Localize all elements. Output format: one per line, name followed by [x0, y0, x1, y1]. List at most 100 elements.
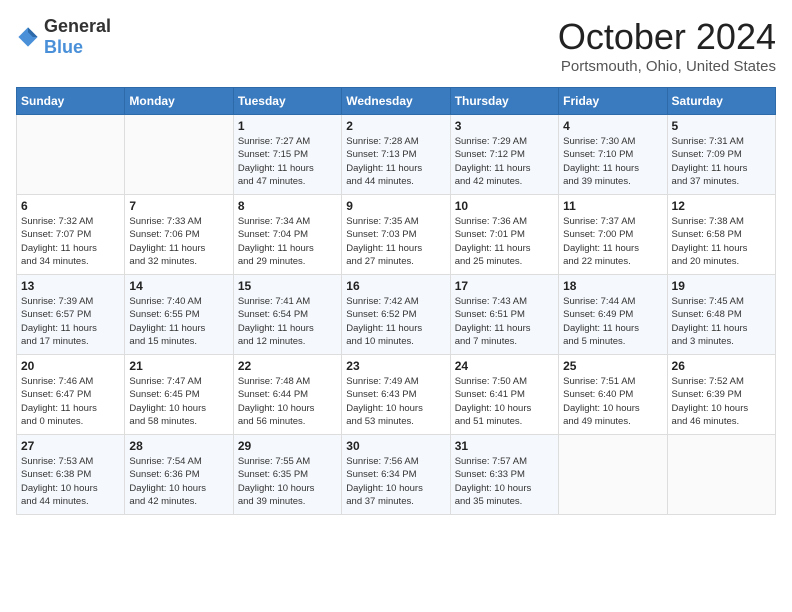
- day-info: Sunrise: 7:46 AM Sunset: 6:47 PM Dayligh…: [21, 375, 120, 428]
- calendar-cell: 1Sunrise: 7:27 AM Sunset: 7:15 PM Daylig…: [233, 115, 341, 195]
- day-number: 21: [129, 359, 228, 373]
- day-info: Sunrise: 7:41 AM Sunset: 6:54 PM Dayligh…: [238, 295, 337, 348]
- day-number: 19: [672, 279, 771, 293]
- calendar-cell: [125, 115, 233, 195]
- calendar-cell: 19 Sunrise: 7:45 AM Sunset: 6:48 PM Dayli…: [667, 275, 775, 355]
- calendar-cell: 16 Sunrise: 7:42 AM Sunset: 6:52 PM Dayli…: [342, 275, 450, 355]
- day-header-tuesday: Tuesday: [233, 88, 341, 115]
- calendar-cell: 7Sunrise: 7:33 AM Sunset: 7:06 PM Daylig…: [125, 195, 233, 275]
- day-info: Sunrise: 7:55 AM Sunset: 6:35 PM Dayligh…: [238, 455, 337, 508]
- day-info: Sunrise: 7:54 AM Sunset: 6:36 PM Dayligh…: [129, 455, 228, 508]
- day-header-friday: Friday: [559, 88, 667, 115]
- day-info: Sunrise: 7:36 AM Sunset: 7:01 PM Dayligh…: [455, 215, 554, 268]
- logo: General Blue: [16, 16, 111, 58]
- day-number: 17: [455, 279, 554, 293]
- calendar-cell: 15 Sunrise: 7:41 AM Sunset: 6:54 PM Dayli…: [233, 275, 341, 355]
- day-info: Sunrise: 7:35 AM Sunset: 7:03 PM Dayligh…: [346, 215, 445, 268]
- day-header-wednesday: Wednesday: [342, 88, 450, 115]
- day-info: Sunrise: 7:56 AM Sunset: 6:34 PM Dayligh…: [346, 455, 445, 508]
- calendar-cell: [667, 435, 775, 515]
- calendar-cell: 21 Sunrise: 7:47 AM Sunset: 6:45 PM Dayli…: [125, 355, 233, 435]
- calendar-cell: 10 Sunrise: 7:36 AM Sunset: 7:01 PM Dayli…: [450, 195, 558, 275]
- day-header-saturday: Saturday: [667, 88, 775, 115]
- day-info: Sunrise: 7:33 AM Sunset: 7:06 PM Dayligh…: [129, 215, 228, 268]
- calendar-cell: 4Sunrise: 7:30 AM Sunset: 7:10 PM Daylig…: [559, 115, 667, 195]
- day-info: Sunrise: 7:32 AM Sunset: 7:07 PM Dayligh…: [21, 215, 120, 268]
- calendar-cell: 5 Sunrise: 7:31 AM Sunset: 7:09 PM Daylig…: [667, 115, 775, 195]
- day-number: 16: [346, 279, 445, 293]
- day-number: 30: [346, 439, 445, 453]
- location-subtitle: Portsmouth, Ohio, United States: [558, 58, 776, 75]
- day-info: Sunrise: 7:40 AM Sunset: 6:55 PM Dayligh…: [129, 295, 228, 348]
- day-info: Sunrise: 7:28 AM Sunset: 7:13 PM Dayligh…: [346, 135, 445, 188]
- day-info: Sunrise: 7:57 AM Sunset: 6:33 PM Dayligh…: [455, 455, 554, 508]
- day-info: Sunrise: 7:43 AM Sunset: 6:51 PM Dayligh…: [455, 295, 554, 348]
- day-number: 24: [455, 359, 554, 373]
- day-number: 26: [672, 359, 771, 373]
- calendar-cell: 14 Sunrise: 7:40 AM Sunset: 6:55 PM Dayli…: [125, 275, 233, 355]
- week-row-1: 1Sunrise: 7:27 AM Sunset: 7:15 PM Daylig…: [17, 115, 776, 195]
- day-info: Sunrise: 7:49 AM Sunset: 6:43 PM Dayligh…: [346, 375, 445, 428]
- day-header-sunday: Sunday: [17, 88, 125, 115]
- day-header-monday: Monday: [125, 88, 233, 115]
- day-number: 18: [563, 279, 662, 293]
- calendar-cell: [559, 435, 667, 515]
- calendar-cell: 29 Sunrise: 7:55 AM Sunset: 6:35 PM Dayli…: [233, 435, 341, 515]
- calendar-cell: 26 Sunrise: 7:52 AM Sunset: 6:39 PM Dayli…: [667, 355, 775, 435]
- day-info: Sunrise: 7:47 AM Sunset: 6:45 PM Dayligh…: [129, 375, 228, 428]
- logo-text-blue: Blue: [44, 37, 83, 57]
- day-info: Sunrise: 7:45 AM Sunset: 6:48 PM Dayligh…: [672, 295, 771, 348]
- calendar-cell: 25 Sunrise: 7:51 AM Sunset: 6:40 PM Dayli…: [559, 355, 667, 435]
- day-number: 3: [455, 119, 554, 133]
- day-number: 11: [563, 199, 662, 213]
- calendar-header-row: SundayMondayTuesdayWednesdayThursdayFrid…: [17, 88, 776, 115]
- week-row-4: 20Sunrise: 7:46 AM Sunset: 6:47 PM Dayli…: [17, 355, 776, 435]
- day-info: Sunrise: 7:50 AM Sunset: 6:41 PM Dayligh…: [455, 375, 554, 428]
- calendar-cell: 6Sunrise: 7:32 AM Sunset: 7:07 PM Daylig…: [17, 195, 125, 275]
- day-number: 10: [455, 199, 554, 213]
- calendar-cell: 8 Sunrise: 7:34 AM Sunset: 7:04 PM Daylig…: [233, 195, 341, 275]
- calendar-cell: 23 Sunrise: 7:49 AM Sunset: 6:43 PM Dayli…: [342, 355, 450, 435]
- day-number: 25: [563, 359, 662, 373]
- day-info: Sunrise: 7:27 AM Sunset: 7:15 PM Dayligh…: [238, 135, 337, 188]
- day-number: 4: [563, 119, 662, 133]
- week-row-5: 27Sunrise: 7:53 AM Sunset: 6:38 PM Dayli…: [17, 435, 776, 515]
- day-number: 14: [129, 279, 228, 293]
- calendar-cell: 20Sunrise: 7:46 AM Sunset: 6:47 PM Dayli…: [17, 355, 125, 435]
- month-title: October 2024: [558, 16, 776, 58]
- day-info: Sunrise: 7:29 AM Sunset: 7:12 PM Dayligh…: [455, 135, 554, 188]
- calendar-cell: 13 Sunrise: 7:39 AM Sunset: 6:57 PM Dayli…: [17, 275, 125, 355]
- day-number: 5: [672, 119, 771, 133]
- day-number: 28: [129, 439, 228, 453]
- calendar-cell: 9 Sunrise: 7:35 AM Sunset: 7:03 PM Daylig…: [342, 195, 450, 275]
- day-number: 15: [238, 279, 337, 293]
- day-info: Sunrise: 7:38 AM Sunset: 6:58 PM Dayligh…: [672, 215, 771, 268]
- calendar-cell: 24 Sunrise: 7:50 AM Sunset: 6:41 PM Dayli…: [450, 355, 558, 435]
- day-info: Sunrise: 7:52 AM Sunset: 6:39 PM Dayligh…: [672, 375, 771, 428]
- day-number: 13: [21, 279, 120, 293]
- day-info: Sunrise: 7:42 AM Sunset: 6:52 PM Dayligh…: [346, 295, 445, 348]
- day-info: Sunrise: 7:31 AM Sunset: 7:09 PM Dayligh…: [672, 135, 771, 188]
- day-number: 23: [346, 359, 445, 373]
- calendar-cell: 17 Sunrise: 7:43 AM Sunset: 6:51 PM Dayli…: [450, 275, 558, 355]
- day-number: 22: [238, 359, 337, 373]
- calendar-cell: [17, 115, 125, 195]
- calendar-table: SundayMondayTuesdayWednesdayThursdayFrid…: [16, 87, 776, 515]
- calendar-cell: 22Sunrise: 7:48 AM Sunset: 6:44 PM Dayli…: [233, 355, 341, 435]
- day-info: Sunrise: 7:39 AM Sunset: 6:57 PM Dayligh…: [21, 295, 120, 348]
- calendar-cell: 2 Sunrise: 7:28 AM Sunset: 7:13 PM Daylig…: [342, 115, 450, 195]
- day-number: 9: [346, 199, 445, 213]
- page-header: General Blue October 2024 Portsmouth, Oh…: [16, 16, 776, 75]
- day-info: Sunrise: 7:51 AM Sunset: 6:40 PM Dayligh…: [563, 375, 662, 428]
- calendar-cell: 11Sunrise: 7:37 AM Sunset: 7:00 PM Dayli…: [559, 195, 667, 275]
- day-info: Sunrise: 7:53 AM Sunset: 6:38 PM Dayligh…: [21, 455, 120, 508]
- day-number: 8: [238, 199, 337, 213]
- day-info: Sunrise: 7:34 AM Sunset: 7:04 PM Dayligh…: [238, 215, 337, 268]
- title-block: October 2024 Portsmouth, Ohio, United St…: [558, 16, 776, 75]
- week-row-2: 6Sunrise: 7:32 AM Sunset: 7:07 PM Daylig…: [17, 195, 776, 275]
- calendar-cell: 12Sunrise: 7:38 AM Sunset: 6:58 PM Dayli…: [667, 195, 775, 275]
- day-number: 29: [238, 439, 337, 453]
- calendar-cell: 28 Sunrise: 7:54 AM Sunset: 6:36 PM Dayli…: [125, 435, 233, 515]
- day-number: 2: [346, 119, 445, 133]
- logo-text-general: General: [44, 16, 111, 36]
